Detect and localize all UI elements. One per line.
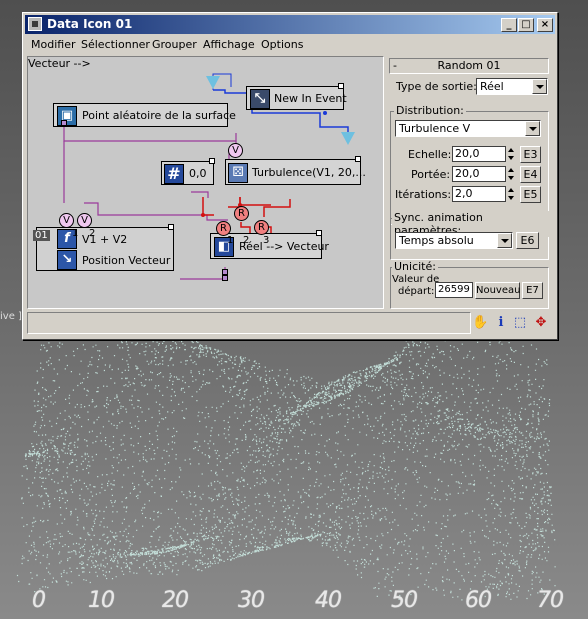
axis-tick: 0 (32, 588, 46, 613)
real-port-1[interactable]: R (216, 221, 231, 236)
maximize-button[interactable]: □ (518, 18, 534, 32)
output-port[interactable] (61, 120, 67, 126)
axis-tick: 40 (315, 588, 342, 613)
info-icon[interactable]: i (493, 315, 509, 331)
axis-tick: 60 (465, 588, 492, 613)
schematic-graph[interactable]: ▣ Point aléatoire de la surface ⤡ New In… (27, 56, 384, 309)
window-title: Data Icon 01 (47, 17, 133, 31)
node-index: 01 (33, 230, 50, 241)
app-icon (28, 17, 42, 31)
parameters-panel: - Random 01 Type de sortie: Réel Distrib… (386, 56, 553, 309)
distribution-value: Turbulence V (399, 122, 471, 135)
iterations-label: Itérations: (395, 188, 452, 201)
output-type-dropdown[interactable]: Réel (476, 78, 548, 95)
menu-options[interactable]: Options (261, 38, 303, 51)
surface-point-icon: ▣ (57, 106, 77, 126)
scale-spinner[interactable] (507, 146, 516, 162)
zoom-region-icon[interactable]: ⬚ (512, 315, 528, 331)
node-port[interactable] (355, 156, 361, 162)
output-type-value: Réel (480, 80, 504, 93)
seed-label: Valeur de (392, 274, 440, 285)
position-icon: ↘ (57, 250, 77, 270)
node-new-in-event[interactable]: ⤡ New In Event (246, 83, 347, 110)
range-input[interactable]: 20,0 (452, 166, 506, 182)
vector-port[interactable]: V (228, 143, 243, 158)
scale-label: Echelle: (408, 148, 452, 161)
node-label: Turbulence(V1, 20,... (252, 166, 366, 179)
output-port[interactable] (222, 275, 228, 281)
title-bar[interactable]: Data Icon 01 _ □ × (25, 15, 555, 34)
data-icon-window: Data Icon 01 _ □ × Modifier Sélectionner… (22, 12, 558, 340)
node-turbulence[interactable]: ⚄ Turbulence(V1, 20,... (225, 156, 366, 185)
node-label: Réel --> Vecteur (239, 240, 329, 253)
node-sublabel: Position Vecteur (82, 254, 171, 267)
event-icon: ⤡ (250, 89, 270, 109)
seed-input[interactable]: 26599 (435, 282, 473, 298)
seed-label-2: départ: (398, 286, 435, 297)
port-number: 1 (227, 235, 234, 246)
sync-value: Temps absolu (399, 234, 474, 247)
hand-pan-icon[interactable]: ✋ (472, 315, 488, 331)
node-port[interactable] (209, 158, 215, 164)
output-type-label: Type de sortie: (396, 80, 477, 93)
axis-tick: 10 (88, 588, 115, 613)
node-port[interactable] (338, 83, 344, 89)
node-port[interactable] (168, 224, 174, 230)
node-expression[interactable]: 01 f ↘ V1 + V2 Position Vecteur (33, 224, 174, 271)
iterations-input[interactable]: 2,0 (452, 186, 506, 202)
seed-e7-button[interactable]: E7 (522, 282, 543, 299)
chevron-down-icon[interactable] (497, 233, 512, 248)
iterations-e5-button[interactable]: E5 (520, 186, 541, 203)
minimize-button[interactable]: _ (501, 18, 517, 32)
event-output-icon[interactable] (341, 132, 355, 145)
axis-tick: 50 (391, 588, 418, 613)
collapse-icon: - (393, 59, 397, 72)
menu-bar: Modifier Sélectionner Grouper Affichage … (25, 35, 555, 55)
rollout-header[interactable]: - Random 01 (389, 58, 549, 74)
menu-modifier[interactable]: Modifier (31, 38, 75, 51)
iterations-spinner[interactable] (507, 186, 516, 202)
port-number: 3 (263, 235, 270, 246)
distribution-label: Distribution: (394, 104, 466, 117)
range-spinner[interactable] (507, 166, 516, 182)
node-constant[interactable]: # 0,0 (161, 158, 215, 185)
unique-label: Unicité: (392, 260, 438, 273)
distribution-dropdown[interactable]: Turbulence V (395, 120, 541, 137)
axis-tick: 30 (238, 588, 265, 613)
scale-input[interactable]: 20,0 (452, 146, 506, 162)
viewport-label: ive ] (0, 311, 22, 322)
sync-e6-button[interactable]: E6 (516, 232, 539, 249)
move-icon[interactable]: ✥ (533, 315, 549, 331)
status-bar (27, 312, 471, 334)
hash-icon: # (164, 164, 184, 184)
event-input-icon[interactable] (206, 76, 220, 89)
port-number: 2 (243, 235, 250, 246)
node-label: Point aléatoire de la surface (82, 109, 236, 122)
range-label: Portée: (411, 168, 451, 181)
node-surface-point[interactable]: ▣ Point aléatoire de la surface (53, 100, 253, 127)
port-number: 2 (89, 228, 96, 239)
range-e4-button[interactable]: E4 (520, 166, 541, 183)
menu-grouper[interactable]: Grouper (152, 38, 197, 51)
close-button[interactable]: × (537, 18, 553, 32)
sync-dropdown[interactable]: Temps absolu (395, 232, 513, 249)
vector-port-2[interactable]: V (77, 213, 92, 228)
axis-tick: 20 (162, 588, 189, 613)
chevron-down-icon[interactable] (532, 79, 547, 94)
port-number: 1 (72, 228, 79, 239)
rollout-title: Random 01 (437, 59, 501, 72)
menu-affichage[interactable]: Affichage (203, 38, 255, 51)
new-seed-button[interactable]: Nouveau (475, 282, 520, 299)
axis-tick: 70 (537, 588, 564, 613)
real-port[interactable]: R (234, 206, 249, 221)
scale-e3-button[interactable]: E3 (520, 146, 541, 163)
node-label: New In Event (274, 92, 347, 105)
node-port[interactable] (316, 230, 322, 236)
real-port-3[interactable]: R (254, 220, 269, 235)
dice-icon: ⚄ (228, 163, 248, 183)
vector-port-1[interactable]: V (59, 213, 74, 228)
node-label: 0,0 (189, 167, 207, 180)
chevron-down-icon[interactable] (525, 121, 540, 136)
menu-selectionner[interactable]: Sélectionner (81, 38, 150, 51)
